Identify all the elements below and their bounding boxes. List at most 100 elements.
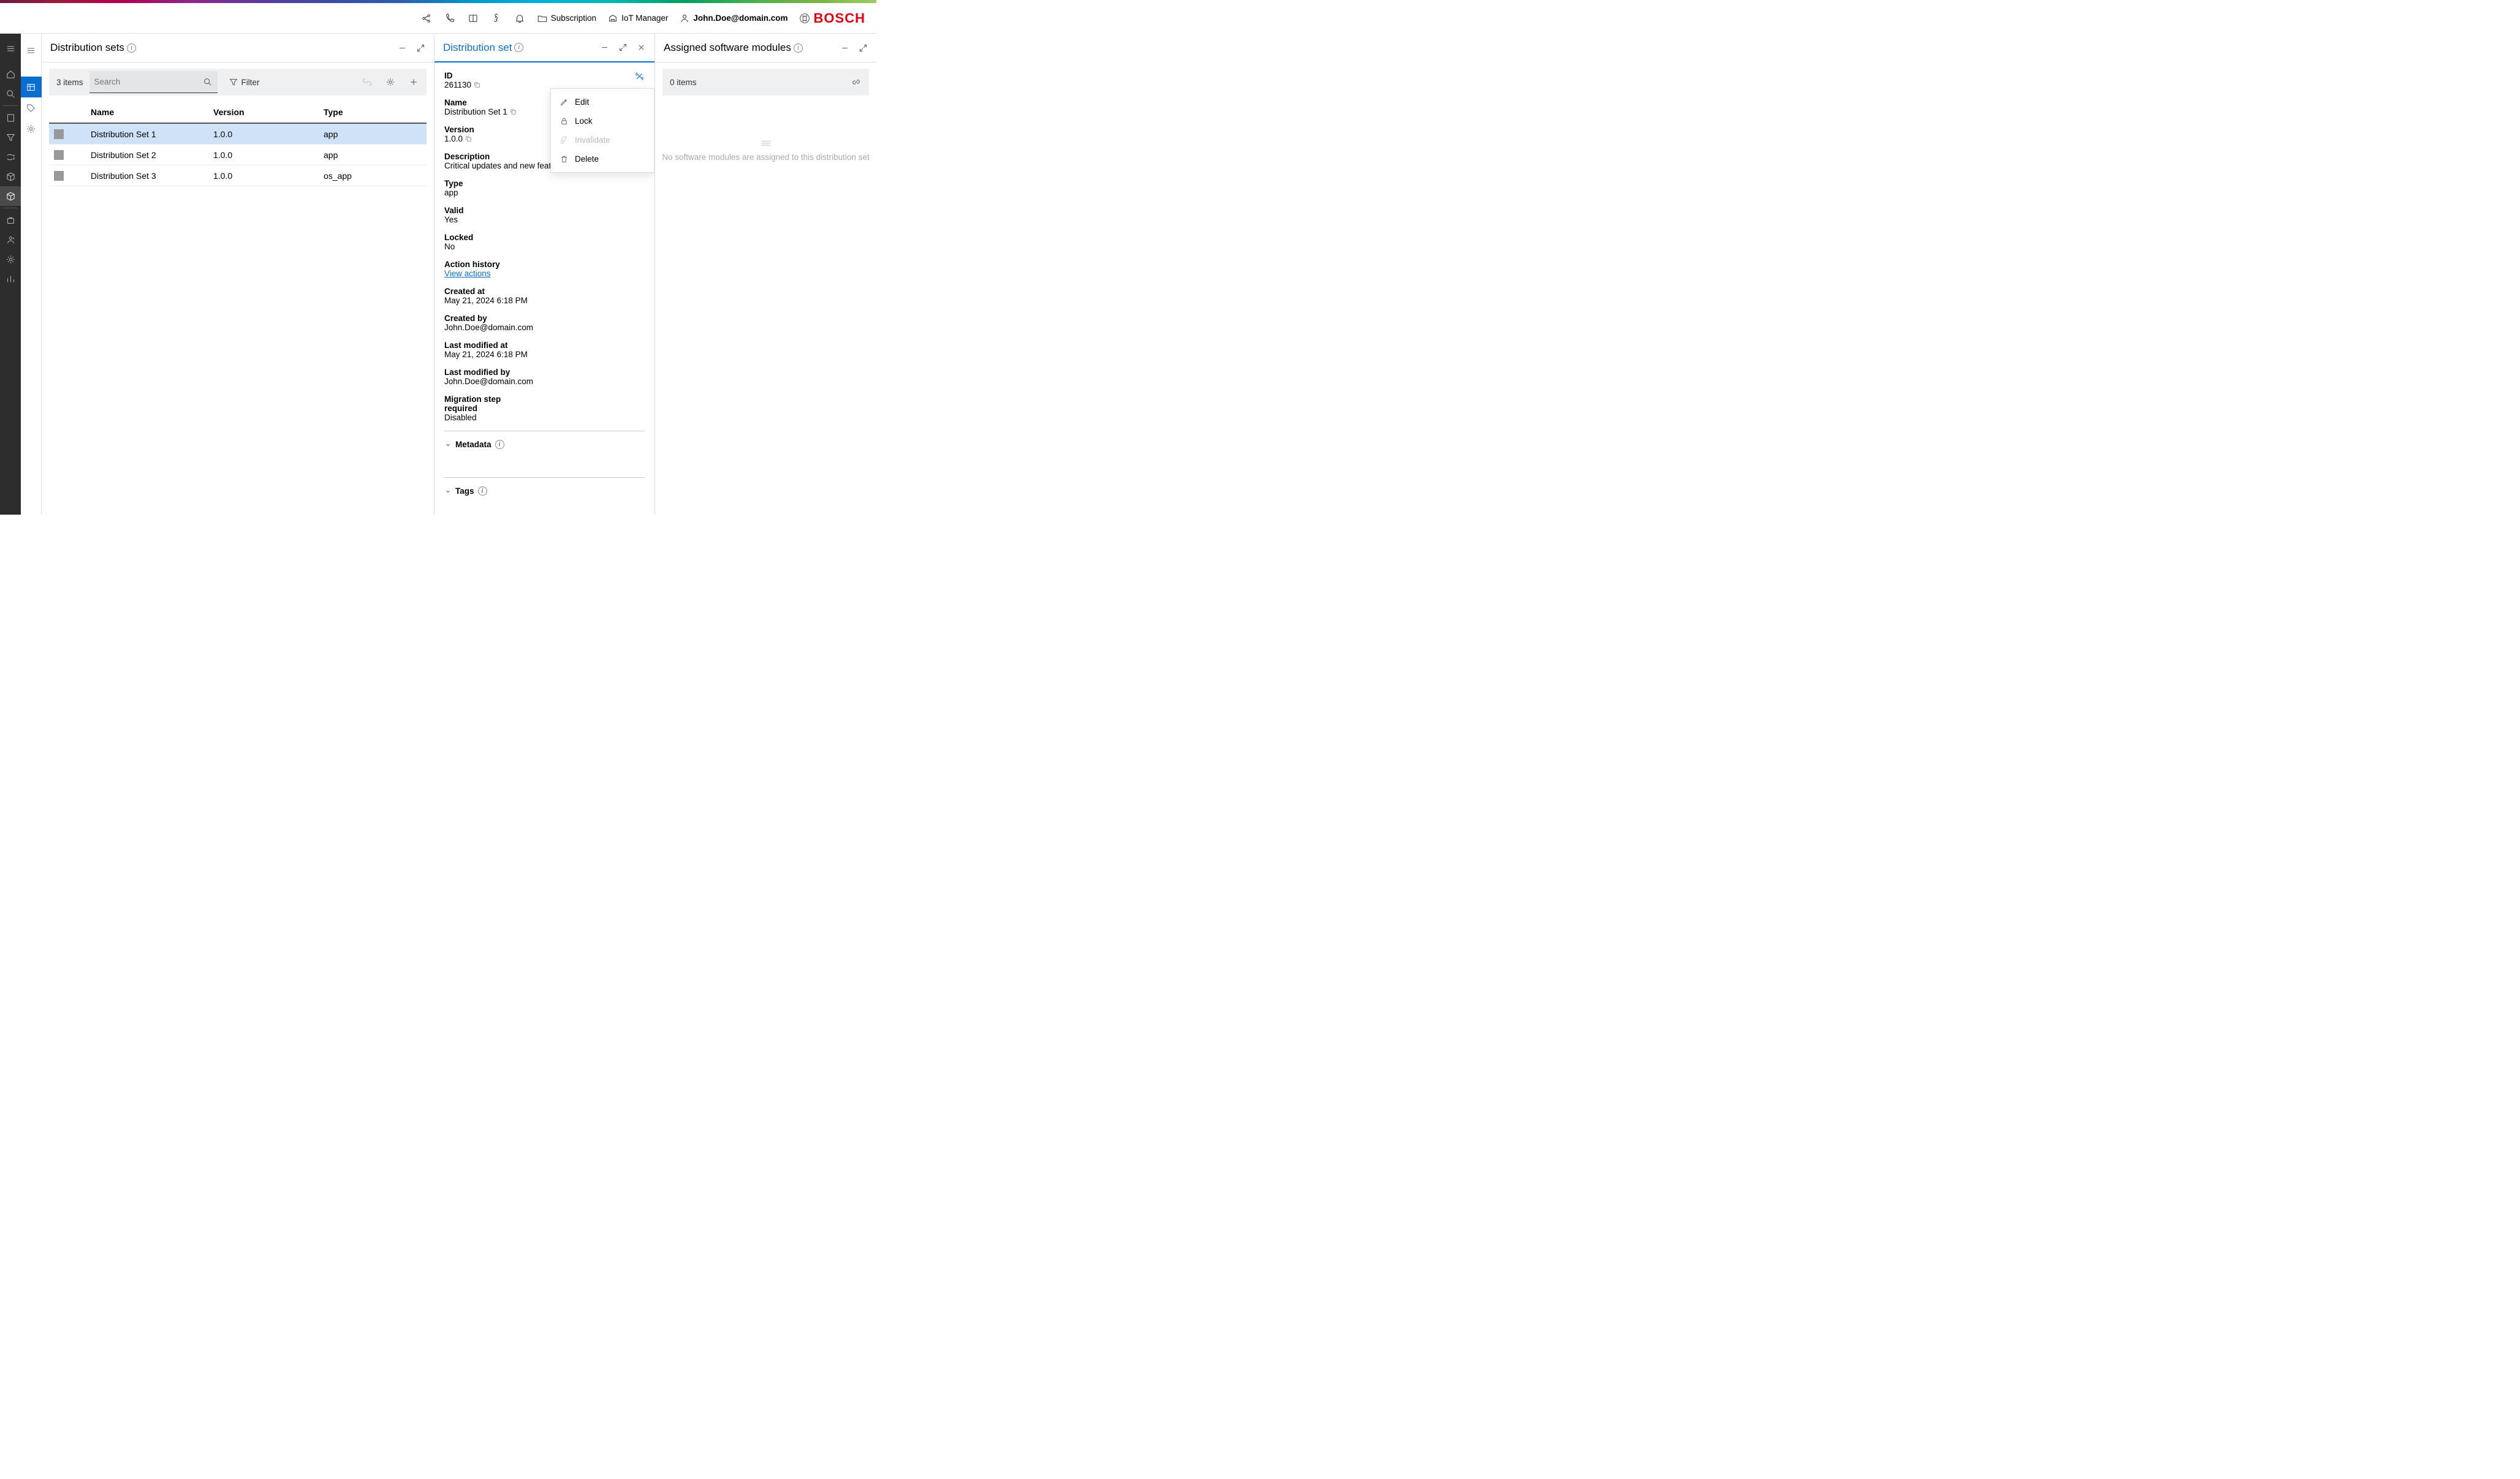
assign-link-icon[interactable] — [851, 77, 862, 88]
table-row[interactable]: Distribution Set 11.0.0app — [49, 124, 427, 145]
value-id: 261130 — [444, 80, 471, 89]
value-name: Distribution Set 1 — [444, 107, 507, 116]
link-disabled-icon — [362, 77, 373, 88]
copy-icon[interactable] — [509, 108, 517, 116]
vtab-tags[interactable] — [21, 97, 42, 118]
empty-text: No software modules are assigned to this… — [662, 153, 869, 162]
row-checkbox[interactable] — [54, 171, 64, 181]
secondary-tabs — [21, 34, 42, 515]
minimize-icon[interactable] — [599, 43, 609, 53]
book-icon[interactable] — [467, 12, 479, 25]
nav-reports[interactable] — [0, 269, 21, 289]
section-metadata[interactable]: Metadata i — [444, 440, 645, 449]
iot-icon — [607, 13, 618, 24]
search-input[interactable] — [94, 77, 203, 86]
info-icon[interactable]: i — [514, 43, 523, 52]
panel-header-detail: Distribution set i — [435, 34, 655, 62]
label-created-at: Created at — [444, 287, 645, 296]
col-type[interactable]: Type — [324, 107, 427, 117]
nav-users[interactable] — [0, 230, 21, 249]
value-created-at: May 21, 2024 6:18 PM — [444, 296, 528, 305]
vtab-menu[interactable] — [21, 40, 42, 61]
iot-manager-label: IoT Manager — [621, 13, 668, 23]
brand-text: BOSCH — [814, 10, 865, 26]
cell-version: 1.0.0 — [213, 150, 324, 160]
col-version[interactable]: Version — [213, 107, 324, 117]
expand-icon[interactable] — [416, 43, 425, 53]
empty-icon — [760, 138, 772, 149]
info-icon[interactable]: i — [794, 44, 803, 53]
nav-menu-toggle[interactable] — [0, 39, 21, 58]
subscription-label: Subscription — [551, 13, 596, 23]
search-input-wrap[interactable] — [89, 71, 218, 93]
phone-icon[interactable] — [444, 12, 456, 25]
cell-name: Distribution Set 1 — [91, 129, 213, 139]
list-toolbar: 3 items Filter — [49, 69, 427, 96]
subscription-link[interactable]: Subscription — [537, 13, 596, 24]
row-checkbox[interactable] — [54, 150, 64, 160]
nav-home[interactable] — [0, 64, 21, 84]
nav-targets[interactable] — [0, 108, 21, 127]
info-icon[interactable]: i — [127, 44, 136, 53]
nav-distributions[interactable] — [0, 186, 21, 206]
bell-icon[interactable] — [514, 12, 526, 25]
menu-lock[interactable]: Lock — [551, 112, 654, 130]
filter-button[interactable]: Filter — [224, 77, 265, 87]
add-button[interactable] — [408, 77, 419, 88]
user-icon — [679, 13, 690, 24]
nav-filters[interactable] — [0, 127, 21, 147]
value-modified-by: John.Doe@domain.com — [444, 377, 533, 386]
tools-menu-trigger[interactable] — [634, 71, 645, 83]
info-icon[interactable]: i — [495, 440, 504, 449]
copy-icon[interactable] — [465, 135, 473, 143]
items-count: 3 items — [56, 78, 83, 87]
menu-edit[interactable]: Edit — [551, 93, 654, 112]
close-icon[interactable] — [636, 43, 646, 53]
section-icon[interactable] — [490, 12, 503, 25]
panel-distribution-sets: Distribution sets i 3 items Filter — [42, 34, 435, 515]
value-locked: No — [444, 242, 455, 251]
columns-settings-icon[interactable] — [385, 77, 396, 88]
menu-invalidate: Invalidate — [551, 130, 654, 149]
row-checkbox[interactable] — [54, 129, 64, 139]
col-name[interactable]: Name — [91, 107, 213, 117]
nav-search[interactable] — [0, 84, 21, 104]
info-icon[interactable]: i — [478, 486, 487, 496]
iot-manager-link[interactable]: IoT Manager — [607, 13, 668, 24]
table-row[interactable]: Distribution Set 21.0.0app — [49, 145, 427, 165]
expand-icon[interactable] — [618, 43, 628, 53]
link-view-actions[interactable]: View actions — [444, 269, 491, 278]
label-modified-at: Last modified at — [444, 341, 645, 350]
expand-icon[interactable] — [858, 43, 868, 53]
modules-count: 0 items — [670, 78, 697, 87]
panel-title-modules: Assigned software modules i — [664, 42, 803, 54]
cell-type: app — [324, 129, 427, 139]
nav-artifacts[interactable] — [0, 167, 21, 186]
table-row[interactable]: Distribution Set 31.0.0os_app — [49, 165, 427, 186]
cell-name: Distribution Set 3 — [91, 171, 213, 181]
cell-name: Distribution Set 2 — [91, 150, 213, 160]
brand-logo: BOSCH — [799, 10, 865, 26]
nav-settings[interactable] — [0, 249, 21, 269]
user-link[interactable]: John.Doe@domain.com — [679, 13, 788, 24]
share-icon[interactable] — [420, 12, 433, 25]
cell-version: 1.0.0 — [213, 129, 324, 139]
panel-header-list: Distribution sets i — [42, 34, 434, 62]
minimize-icon[interactable] — [840, 43, 849, 53]
nav-rollouts[interactable] — [0, 147, 21, 167]
menu-delete[interactable]: Delete — [551, 149, 654, 168]
search-icon — [203, 77, 213, 87]
panel-title-detail: Distribution set i — [443, 42, 523, 54]
panel-distribution-detail: Distribution set i Edit Lock Invalidate … — [435, 34, 655, 515]
empty-state: No software modules are assigned to this… — [655, 96, 876, 515]
value-migration: Disabled — [444, 413, 645, 422]
vtab-config[interactable] — [21, 118, 42, 139]
minimize-icon[interactable] — [397, 43, 407, 53]
section-tags[interactable]: Tags i — [444, 486, 645, 496]
value-version: 1.0.0 — [444, 134, 463, 143]
nav-jobs[interactable] — [0, 210, 21, 230]
copy-icon[interactable] — [473, 81, 481, 89]
vtab-table[interactable] — [21, 77, 42, 97]
value-modified-at: May 21, 2024 6:18 PM — [444, 350, 528, 359]
folder-icon — [537, 13, 548, 24]
